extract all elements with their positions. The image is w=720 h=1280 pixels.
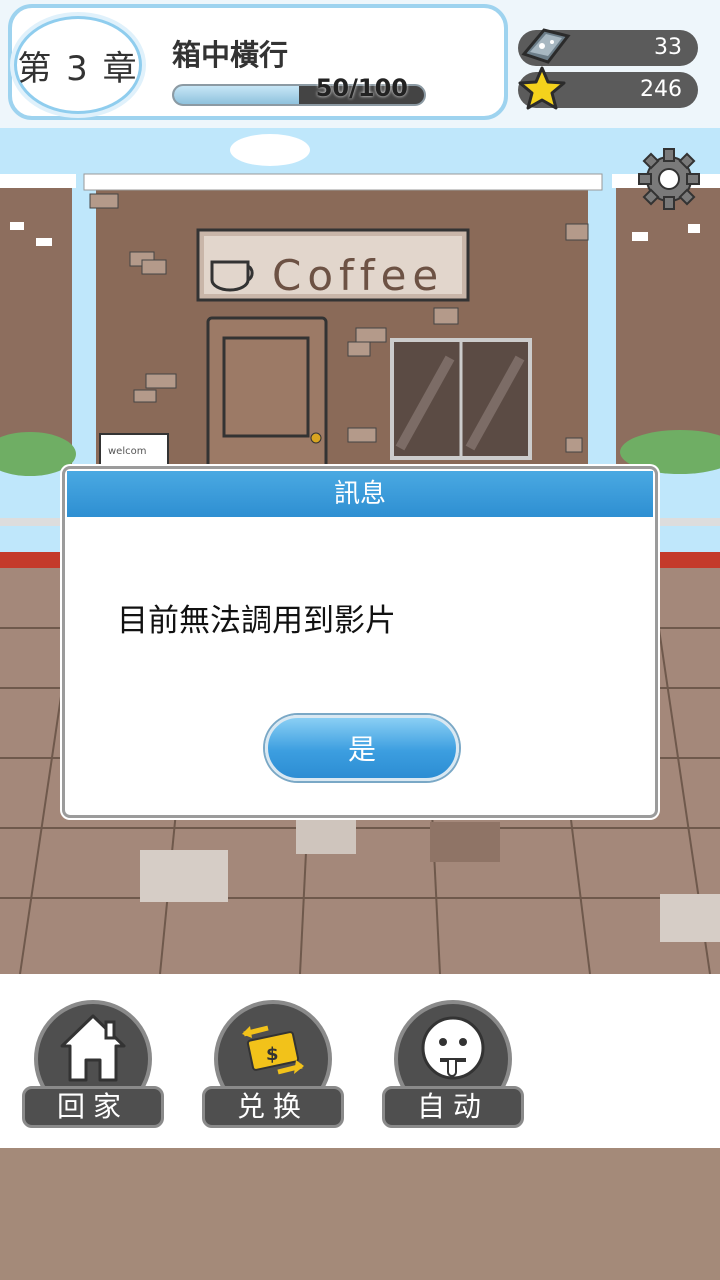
dialog-title: 訊息 xyxy=(67,471,653,517)
settings-gear-icon[interactable] xyxy=(636,146,702,212)
house-icon xyxy=(60,1014,126,1082)
welcome-sign-text: welcom xyxy=(108,446,146,457)
dialog-message: 目前無法調用到影片 xyxy=(117,603,396,639)
top-header: 第 3 章 箱中橫行 50/100 33 246 xyxy=(0,0,720,128)
stage-progress-text: 50/100 xyxy=(315,74,408,102)
stage-title: 箱中橫行 xyxy=(172,38,289,72)
coffee-sign-text: Coffee xyxy=(272,251,444,300)
svg-text:$: $ xyxy=(266,1044,279,1065)
face-icon xyxy=(421,1016,485,1080)
star-icon xyxy=(518,66,566,110)
chapter-badge[interactable]: 第 3 章 xyxy=(14,16,142,114)
message-dialog: 訊息 目前無法調用到影片 是 xyxy=(62,466,658,818)
home-button[interactable]: 回家 xyxy=(22,1000,164,1132)
auto-button[interactable]: 自动 xyxy=(382,1000,524,1132)
exchange-button[interactable]: $ 兑换 xyxy=(202,1000,344,1132)
auto-button-label: 自动 xyxy=(382,1086,524,1128)
bottom-floor-strip xyxy=(0,1148,720,1280)
gem-icon xyxy=(521,28,571,64)
money-exchange-icon: $ xyxy=(242,1025,304,1075)
home-button-label: 回家 xyxy=(22,1086,164,1128)
dialog-confirm-button[interactable]: 是 xyxy=(265,715,459,781)
exchange-button-label: 兑换 xyxy=(202,1086,344,1128)
